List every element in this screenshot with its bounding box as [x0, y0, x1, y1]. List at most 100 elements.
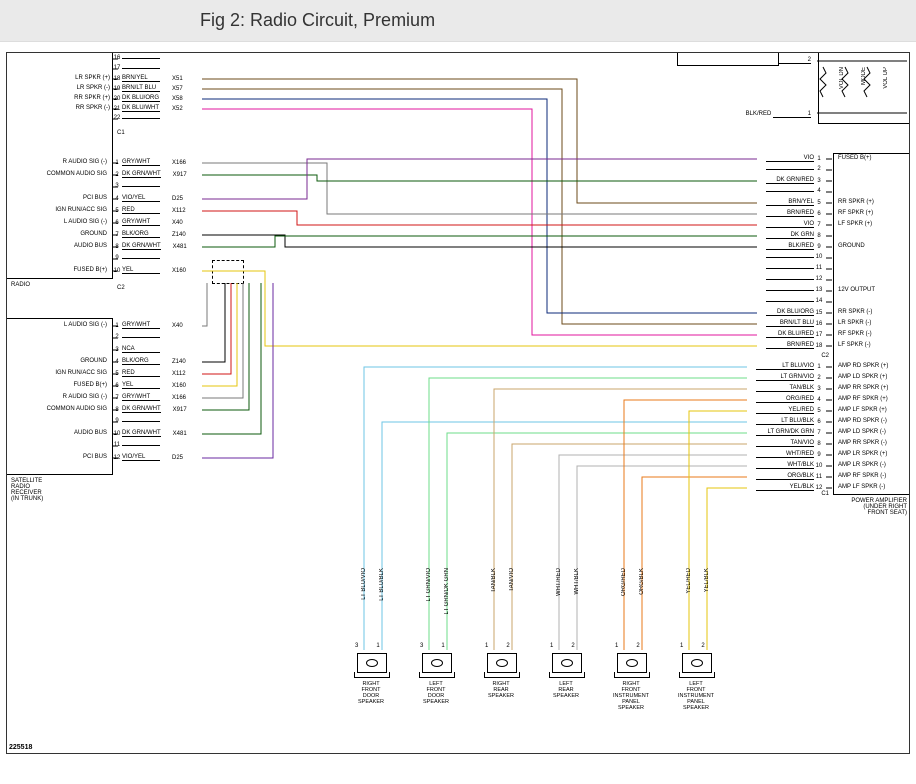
sat-pin: 12VIO/YELD25	[112, 454, 183, 461]
sat-pin: 10DK GRN/WHTX481	[112, 430, 187, 437]
amp-c2-pin: RF SPKR (-)	[836, 331, 874, 337]
radio-c2-pin: 4VIO/YELD25	[112, 195, 183, 202]
speaker-pins: 12	[485, 643, 510, 649]
amp-c1-label: C1	[821, 491, 829, 497]
amp-c1-wire: ORG/BLK11	[752, 473, 824, 480]
amp-c2-wire: BLK/RED9	[762, 243, 824, 250]
speaker-pins: 12	[615, 643, 640, 649]
radio-c2-pin: 10YELX160	[112, 267, 186, 274]
amp-c1-pin: AMP RR SPKR (-)	[836, 440, 889, 446]
sat-pin: 11	[112, 442, 172, 448]
amp-c1-wire: WHT/BLK10	[752, 462, 824, 469]
amp-c2-wire: 4	[762, 188, 824, 194]
radio-c2-pin: 2DK GRN/WHTX917	[112, 171, 187, 178]
sat-pin: 3NCA	[112, 346, 172, 353]
c2-label: C2	[117, 285, 125, 291]
sat-lbl: PCI BUS	[11, 454, 107, 460]
speaker-label: RIGHTFRONTINSTRUMENTPANELSPEAKER	[609, 681, 653, 711]
sat-lbl: COMMON AUDIO SIG	[11, 406, 107, 412]
amp-c1-wire: LT BLU/BLK6	[752, 418, 824, 425]
sat-lbl: L AUDIO SIG (-)	[11, 322, 107, 328]
switch-wire-bot: BLK/RED 1	[746, 111, 811, 118]
amp-c1-pin: AMP RF SPKR (-)	[836, 473, 888, 479]
radio-c2-pin: 8DK GRN/WHTX481	[112, 243, 187, 250]
amp-c1-wire: ORG/RED4	[752, 396, 824, 403]
amp-c1-pin: AMP LF SPKR (-)	[836, 484, 887, 490]
radio-c2-lbl: GROUND	[11, 231, 107, 237]
sat-pin: 4BLK/ORGZ140	[112, 358, 186, 365]
amp-c1-pin: AMP LF SPKR (+)	[836, 407, 889, 413]
sat-pin: 2	[112, 334, 172, 340]
radio-switch-box	[818, 53, 909, 124]
amp-c2-pin: RR SPKR (+)	[836, 199, 876, 205]
satellite-label: SATELLITE RADIO RECEIVER (IN TRUNK)	[11, 478, 43, 502]
radio-c2-lbl: L AUDIO SIG (-)	[11, 219, 107, 225]
speaker-pins: 12	[550, 643, 575, 649]
radio-c1-pin: 16	[112, 55, 172, 61]
speaker-wire-label: ORG/RED	[621, 568, 627, 596]
radio-c2-pin: 3	[112, 183, 172, 189]
speaker-wire-label: YEL/RED	[686, 568, 692, 594]
amp-c1-pin: AMP LR SPKR (+)	[836, 451, 889, 457]
amp-c1-wire: TAN/BLK3	[752, 385, 824, 392]
amp-c2-wire: VIO7	[762, 221, 824, 228]
amp-c2-pin: GROUND	[836, 243, 867, 249]
amp-c2-pin: LF SPKR (-)	[836, 342, 873, 348]
page-header: Fig 2: Radio Circuit, Premium	[0, 0, 916, 42]
radio-c2-lbl: COMMON AUDIO SIG	[11, 171, 107, 177]
page-title: Fig 2: Radio Circuit, Premium	[200, 10, 916, 31]
amp-c1-wire: YEL/BLK12	[752, 484, 824, 491]
sat-pin: 9	[112, 418, 172, 424]
speaker-wire-label: LT BLU/VIO	[361, 568, 367, 600]
speaker-wire-label: ORG/BLK	[639, 568, 645, 595]
radio-c2-lbl: FUSED B(+)	[11, 267, 107, 273]
amp-c2-pin: FUSED B(+)	[836, 155, 874, 161]
sat-pin: 1GRY/WHTX40	[112, 322, 183, 329]
radio-c1-lbl: LR SPKR (-)	[77, 85, 110, 91]
speaker-label: LEFTFRONTINSTRUMENTPANELSPEAKER	[674, 681, 718, 711]
speaker-wire-label: YEL/BLK	[704, 568, 710, 592]
radio-c1-pin: 19BRN/LT BLUX57	[112, 85, 183, 92]
amp-c1-wire: TAN/VIO8	[752, 440, 824, 447]
radio-c1-lbl: LR SPKR (+)	[75, 75, 110, 81]
speaker-wire-label: WHT/RED	[556, 568, 562, 596]
speaker-wire-label: TAN/BLK	[491, 568, 497, 593]
radio-c1-lbl: RR SPKR (+)	[74, 95, 110, 101]
amp-c2-wire: BRN/RED18	[762, 342, 824, 349]
amp-c1-pin: AMP LD SPKR (+)	[836, 374, 889, 380]
amp-c1-pin: AMP LD SPKR (-)	[836, 429, 888, 435]
amp-c2-pin: LR SPKR (-)	[836, 320, 873, 326]
c1-label: C1	[117, 130, 125, 136]
speaker-icon	[617, 653, 647, 673]
speaker: RIGHTFRONTDOORSPEAKER	[357, 653, 393, 705]
radio-c2-lbl: IGN RUN/ACC SIG	[11, 207, 107, 213]
switch-knob: VOL DN	[839, 67, 845, 89]
speaker-wire-label: WHT/BLK	[574, 568, 580, 595]
sat-pin: 8DK GRN/WHTX917	[112, 406, 187, 413]
speaker: LEFTREARSPEAKER	[552, 653, 588, 699]
amp-c2-wire: BRN/RED6	[762, 210, 824, 217]
speaker-pins: 31	[420, 643, 445, 649]
sat-lbl: FUSED B(+)	[11, 382, 107, 388]
shield-icon	[212, 260, 244, 284]
speaker-pins: 31	[355, 643, 380, 649]
radio-c1-lbl: RR SPKR (-)	[76, 105, 110, 111]
amp-c1-pin: AMP RD SPKR (-)	[836, 418, 889, 424]
image-number: 225518	[9, 744, 32, 751]
radio-label: RADIO	[11, 282, 30, 288]
amp-c2-pin: 12V OUTPUT	[836, 287, 877, 293]
speaker: RIGHTFRONTINSTRUMENTPANELSPEAKER	[617, 653, 653, 711]
amp-c1-wire: LT GRN/VIO2	[752, 374, 824, 381]
wiring-diagram: RADIO 161718BRN/YELX5119BRN/LT BLUX5720D…	[7, 53, 909, 753]
amp-c2-wire: 10	[762, 254, 824, 260]
sat-lbl: IGN RUN/ACC SIG	[11, 370, 107, 376]
radio-c2-pin: 1GRY/WHTX166	[112, 159, 186, 166]
speaker-label: LEFTFRONTDOORSPEAKER	[414, 681, 458, 705]
switch-knob: MODE	[861, 67, 867, 85]
speaker-icon	[357, 653, 387, 673]
speaker-icon	[682, 653, 712, 673]
amp-c2-pin: RR SPKR (-)	[836, 309, 874, 315]
radio-c1-pin: 21DK BLU/WHTX52	[112, 105, 183, 112]
amp-c2-label: C2	[821, 353, 829, 359]
amp-c2-pin: LF SPKR (+)	[836, 221, 874, 227]
